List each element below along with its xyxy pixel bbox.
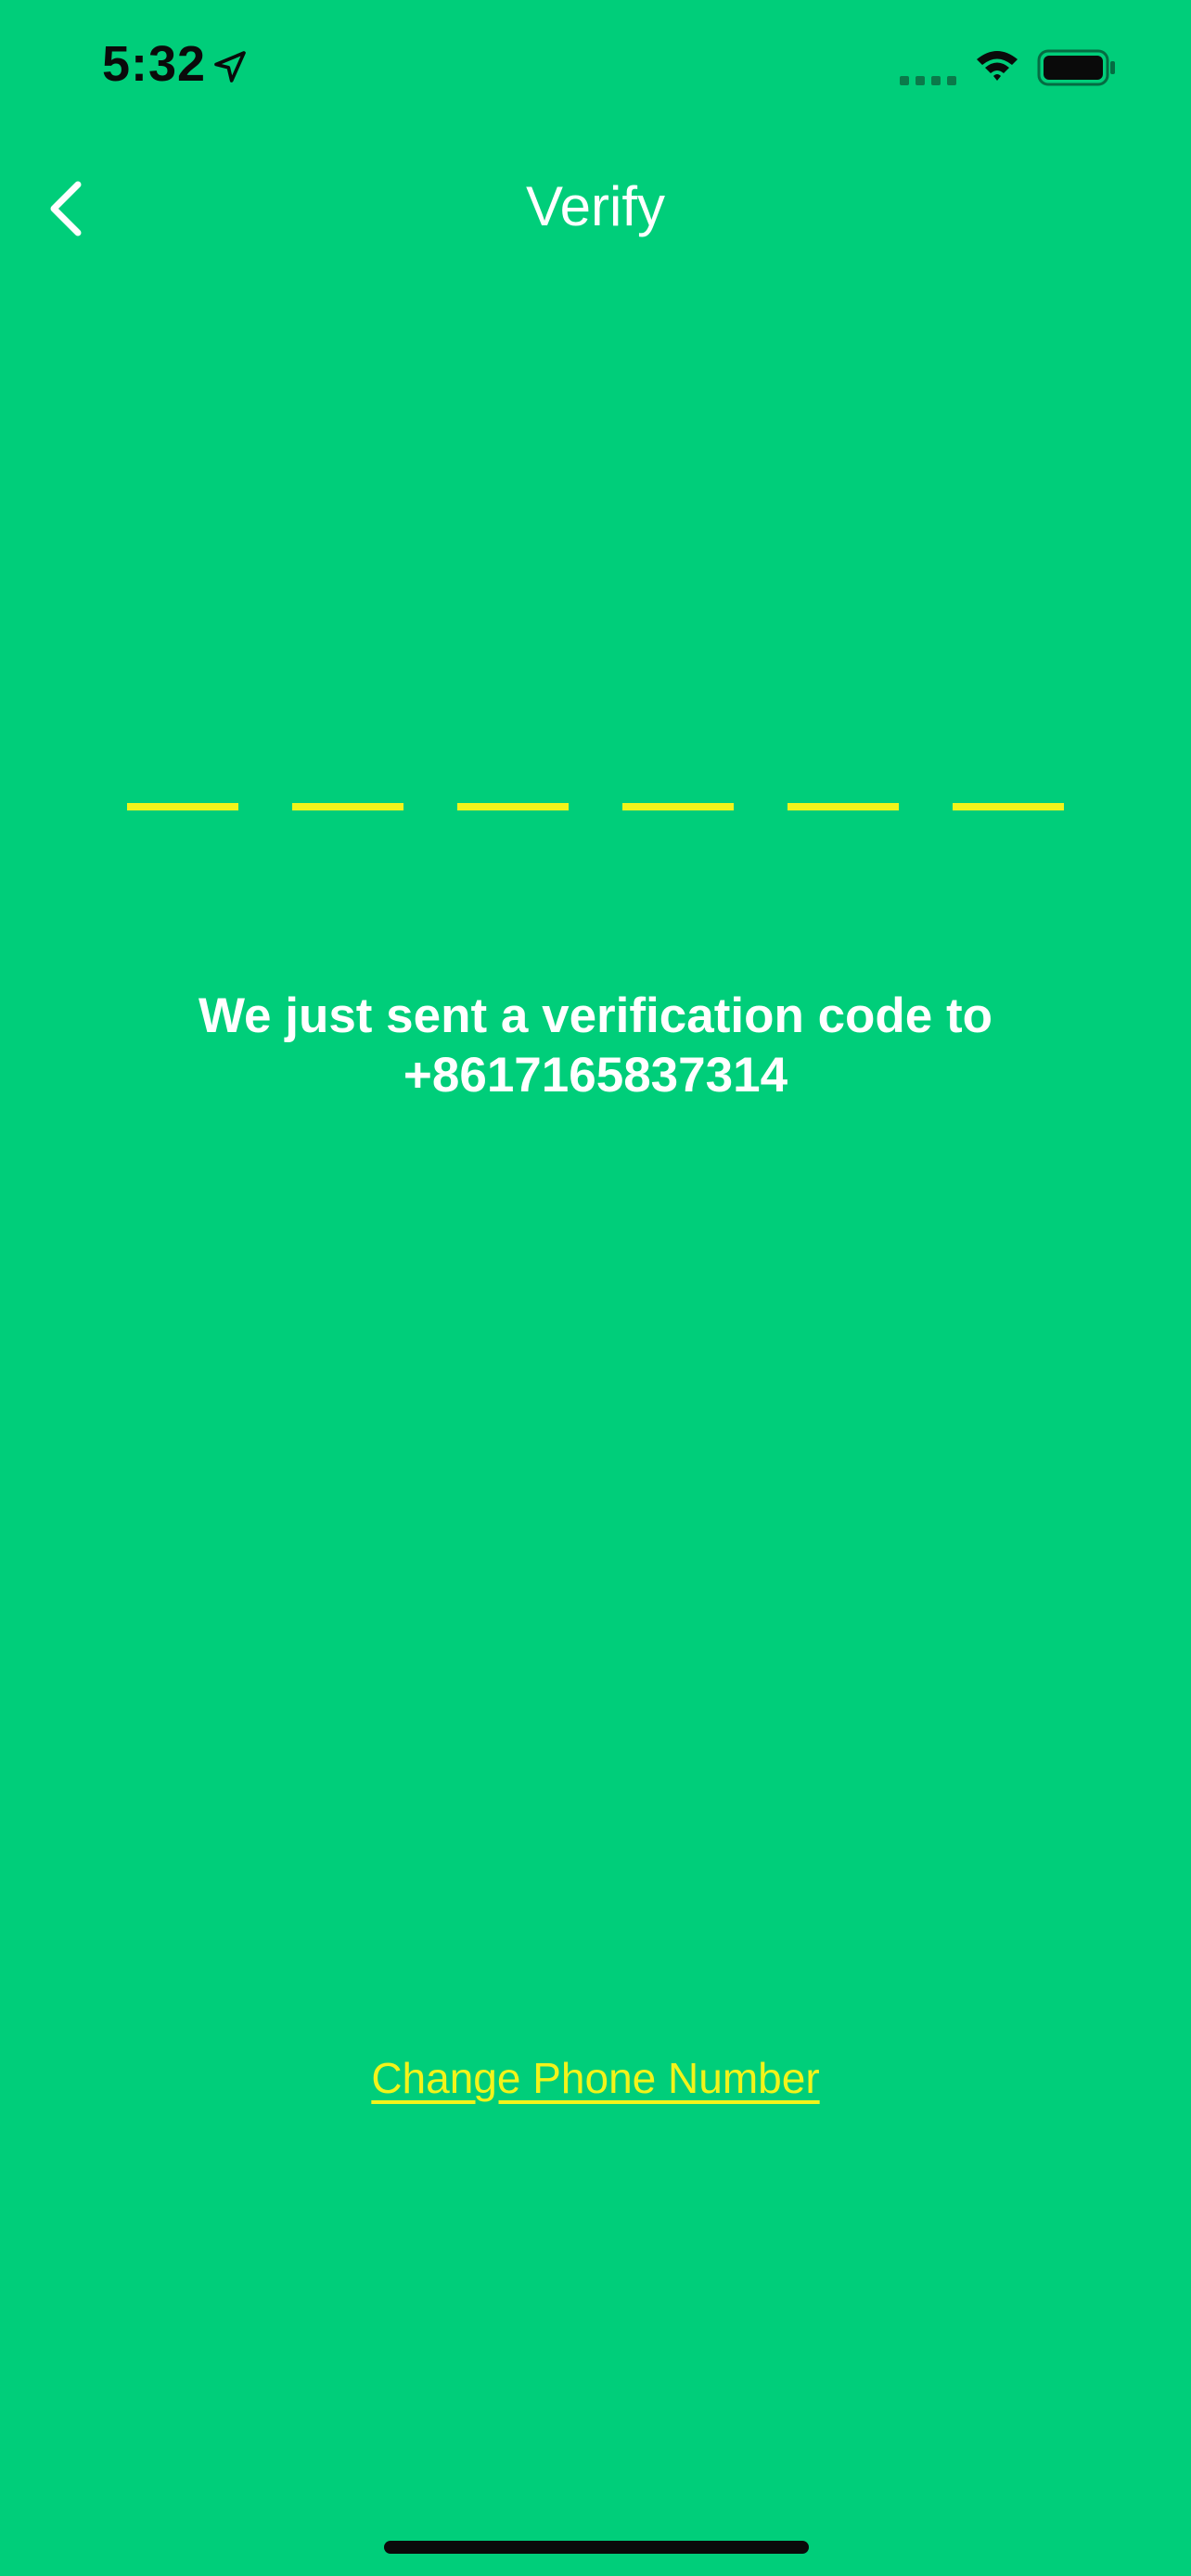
- status-time: 5:32: [102, 36, 207, 92]
- phone-number: +8617165837314: [403, 1048, 788, 1103]
- wifi-icon: [977, 51, 1018, 81]
- home-indicator: [384, 2541, 809, 2554]
- location-arrow-icon: [214, 51, 246, 83]
- code-digit-slot[interactable]: [788, 803, 899, 810]
- change-phone-container: Change Phone Number: [0, 2053, 1191, 2103]
- page-title: Verify: [525, 175, 666, 237]
- code-digit-slot[interactable]: [457, 803, 569, 810]
- battery-icon: [1037, 49, 1115, 86]
- message-text: We just sent a verification code to: [198, 988, 993, 1043]
- code-digit-slot[interactable]: [622, 803, 734, 810]
- cellular-signal-icon: [900, 76, 956, 85]
- change-phone-number-link[interactable]: Change Phone Number: [371, 2054, 819, 2102]
- status-bar: 5:32: [0, 0, 1191, 130]
- code-digit-slot[interactable]: [127, 803, 238, 810]
- code-digit-slot[interactable]: [953, 803, 1064, 810]
- verification-code-input[interactable]: [127, 803, 1064, 812]
- code-digit-slot[interactable]: [292, 803, 403, 810]
- navigation-bar: Verify: [0, 130, 1191, 287]
- verification-message: We just sent a verification code to +861…: [0, 987, 1191, 1105]
